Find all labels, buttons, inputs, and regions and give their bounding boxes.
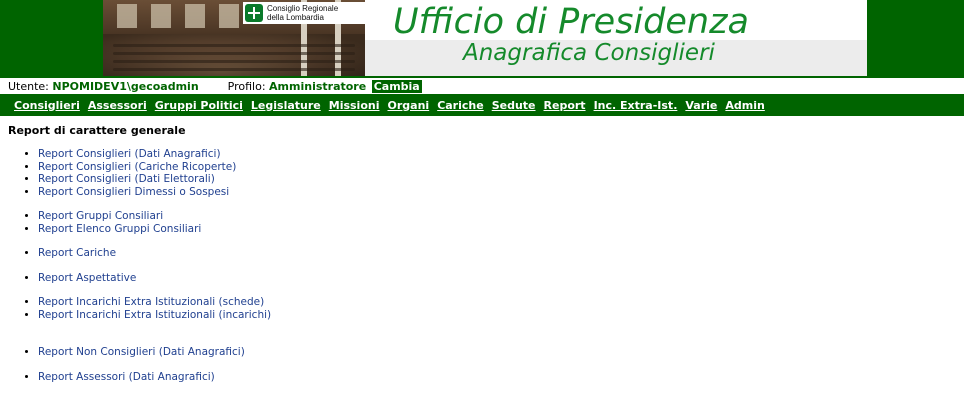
regione-lombardia-logo: Consiglio Regionale della Lombardia: [243, 2, 365, 24]
menu-admin[interactable]: Admin: [725, 99, 764, 112]
report-link[interactable]: Report Consiglieri Dimessi o Sospesi: [38, 186, 229, 198]
user-label: Utente:: [8, 80, 49, 93]
list-item: Report Incarichi Extra Istituzionali (in…: [38, 309, 964, 322]
user-value: NPOMIDEV1\gecoadmin: [52, 80, 199, 93]
list-item: Report Assessori (Dati Anagrafici): [38, 371, 964, 384]
cross-icon: [245, 4, 263, 22]
report-link[interactable]: Report Consiglieri (Cariche Ricoperte): [38, 161, 236, 173]
banner: Consiglio Regionale della Lombardia Uffi…: [103, 0, 867, 76]
menu-inc-extra-ist[interactable]: Inc. Extra-Ist.: [594, 99, 678, 112]
list-item: Report Incarichi Extra Istituzionali (sc…: [38, 296, 964, 309]
list-spacer: [38, 235, 964, 247]
list-spacer: [38, 260, 964, 272]
report-link[interactable]: Report Incarichi Extra Istituzionali (in…: [38, 309, 271, 321]
menu-gruppi-politici[interactable]: Gruppi Politici: [155, 99, 243, 112]
list-item: Report Consiglieri (Dati Anagrafici): [38, 148, 964, 161]
main-content: Report di carattere generale Report Cons…: [0, 116, 964, 383]
report-link[interactable]: Report Aspettative: [38, 272, 136, 284]
report-list: Report Consiglieri (Dati Anagrafici) Rep…: [8, 148, 964, 383]
report-link[interactable]: Report Elenco Gruppi Consiliari: [38, 223, 201, 235]
list-item: Report Elenco Gruppi Consiliari: [38, 223, 964, 236]
report-link[interactable]: Report Consiglieri (Dati Elettorali): [38, 173, 215, 185]
list-item: Report Consiglieri (Dati Elettorali): [38, 173, 964, 186]
list-item: Report Aspettative: [38, 272, 964, 285]
list-spacer: [38, 284, 964, 296]
list-spacer: [38, 198, 964, 210]
change-profile-button[interactable]: Cambia: [371, 80, 422, 93]
logo-line2: della Lombardia: [267, 13, 324, 22]
user-bar: Utente: NPOMIDEV1\gecoadmin Profilo: Amm…: [0, 78, 964, 94]
list-item: Report Consiglieri (Cariche Ricoperte): [38, 161, 964, 174]
main-menu: Consiglieri Assessori Gruppi Politici Le…: [0, 94, 964, 116]
report-link[interactable]: Report Non Consiglieri (Dati Anagrafici): [38, 346, 245, 358]
menu-missioni[interactable]: Missioni: [329, 99, 380, 112]
report-link[interactable]: Report Assessori (Dati Anagrafici): [38, 371, 215, 383]
report-link[interactable]: Report Gruppi Consiliari: [38, 210, 163, 222]
menu-sedute[interactable]: Sedute: [492, 99, 536, 112]
logo-line1: Consiglio Regionale: [267, 4, 339, 13]
menu-legislature[interactable]: Legislature: [251, 99, 321, 112]
list-item: Report Gruppi Consiliari: [38, 210, 964, 223]
list-spacer: [38, 321, 964, 346]
profile-value: Amministratore: [269, 80, 367, 93]
menu-consiglieri[interactable]: Consiglieri: [14, 99, 80, 112]
report-link[interactable]: Report Incarichi Extra Istituzionali (sc…: [38, 296, 264, 308]
list-spacer: [38, 359, 964, 371]
list-item: Report Consiglieri Dimessi o Sospesi: [38, 186, 964, 199]
report-link[interactable]: Report Consiglieri (Dati Anagrafici): [38, 148, 221, 160]
section-title: Report di carattere generale: [8, 124, 186, 137]
menu-cariche[interactable]: Cariche: [437, 99, 484, 112]
menu-report[interactable]: Report: [544, 99, 586, 112]
report-link[interactable]: Report Cariche: [38, 247, 116, 259]
council-chamber-photo: Consiglio Regionale della Lombardia: [103, 0, 365, 76]
menu-assessori[interactable]: Assessori: [88, 99, 147, 112]
page-subtitle: Anagrafica Consiglieri: [463, 40, 715, 66]
title-area: Ufficio di Presidenza Anagrafica Consigl…: [365, 0, 867, 76]
list-item: Report Non Consiglieri (Dati Anagrafici): [38, 346, 964, 359]
profile-label: Profilo:: [227, 80, 266, 93]
header-banner: Consiglio Regionale della Lombardia Uffi…: [0, 0, 964, 78]
menu-varie[interactable]: Varie: [685, 99, 717, 112]
list-item: Report Cariche: [38, 247, 964, 260]
menu-organi[interactable]: Organi: [388, 99, 430, 112]
page-title: Ufficio di Presidenza: [393, 2, 749, 42]
